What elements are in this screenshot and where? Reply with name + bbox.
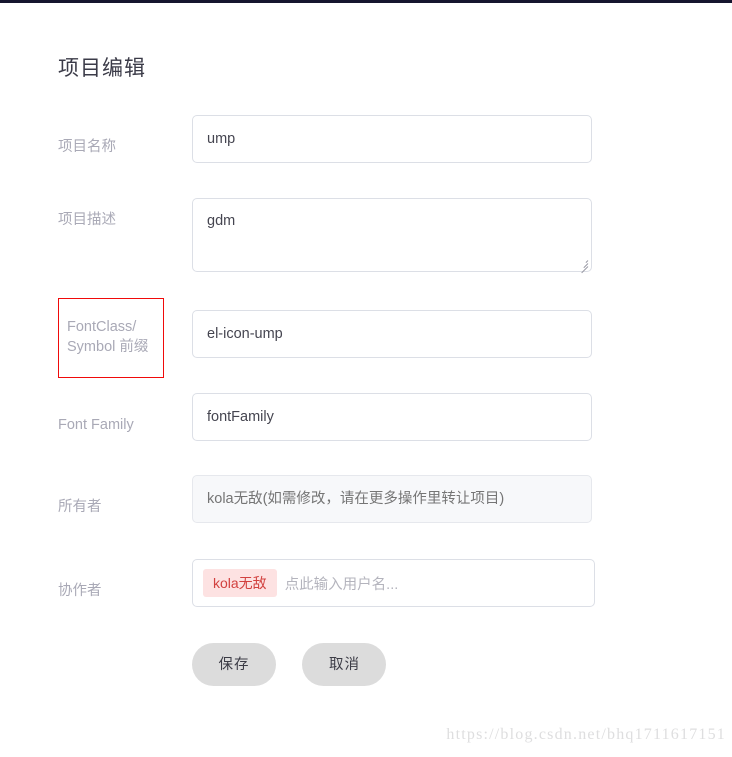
collaborator-tag[interactable]: kola无敌 bbox=[203, 569, 277, 597]
collaborators-placeholder: 点此输入用户名... bbox=[284, 576, 399, 593]
label-fontclass-prefix-line2: Symbol 前缀 bbox=[67, 339, 149, 355]
label-collaborators: 协作者 bbox=[58, 583, 102, 599]
label-project-name: 项目名称 bbox=[58, 139, 116, 155]
project-description-textarea[interactable] bbox=[192, 198, 592, 272]
top-accent-strip bbox=[0, 0, 732, 3]
project-name-input[interactable] bbox=[192, 115, 592, 163]
label-fontclass-prefix-line1: FontClass/ bbox=[67, 319, 137, 335]
save-button[interactable]: 保存 bbox=[192, 643, 276, 686]
project-edit-page: 项目编辑 项目名称 项目描述 FontClass/ Symbol 前缀 Font… bbox=[0, 0, 732, 757]
form-actions: 保存 取消 bbox=[192, 643, 408, 686]
collaborators-tag-input[interactable]: kola无敌 点此输入用户名... bbox=[192, 559, 595, 607]
cancel-button[interactable]: 取消 bbox=[302, 643, 387, 686]
label-font-family: Font Family bbox=[58, 417, 134, 433]
label-fontclass-prefix: FontClass/ Symbol 前缀 bbox=[58, 298, 164, 378]
label-owner: 所有者 bbox=[58, 499, 102, 515]
page-title: 项目编辑 bbox=[58, 57, 146, 80]
resize-handle-icon[interactable] bbox=[577, 258, 589, 274]
owner-input bbox=[192, 475, 592, 523]
watermark-text: https://blog.csdn.net/bhq1711617151 bbox=[446, 726, 726, 743]
fontclass-prefix-input[interactable] bbox=[192, 310, 592, 358]
label-project-description: 项目描述 bbox=[58, 212, 116, 228]
font-family-input[interactable] bbox=[192, 393, 592, 441]
